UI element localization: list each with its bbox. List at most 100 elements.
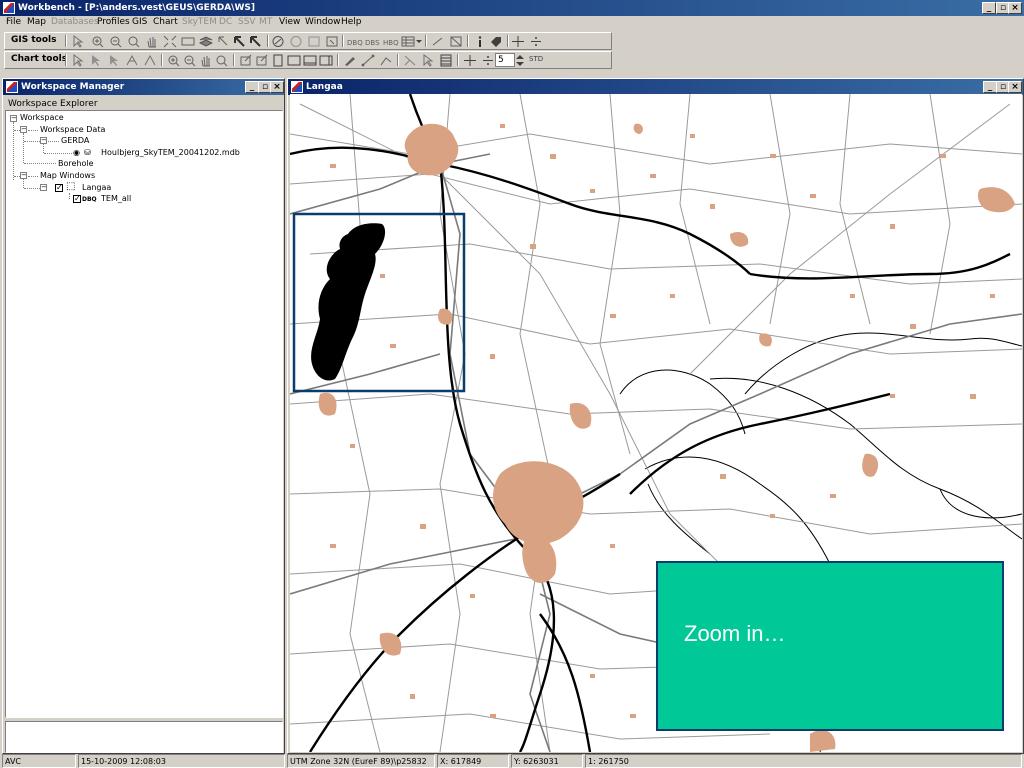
- tree-node-mdb-file[interactable]: Houlbjerg_SkyTEM_20041202.mdb: [101, 148, 240, 158]
- chart-copy-icon[interactable]: [255, 54, 269, 67]
- collapse-icon[interactable]: −: [40, 137, 47, 144]
- town-north-mid: [730, 232, 749, 247]
- minimize-icon[interactable]: _: [245, 81, 259, 93]
- query-icon[interactable]: [307, 35, 321, 48]
- menu-skytem[interactable]: SkyTEM: [182, 17, 217, 27]
- collapse-icon[interactable]: −: [10, 115, 17, 122]
- tree-node-langaa[interactable]: Langaa: [82, 183, 111, 193]
- close-icon[interactable]: ×: [1008, 2, 1022, 14]
- chart-select-minus-icon[interactable]: [107, 54, 121, 67]
- menu-databases[interactable]: Databases: [51, 17, 99, 27]
- chart-frame-wide-icon[interactable]: [287, 54, 301, 67]
- full-extent-icon[interactable]: [163, 35, 177, 48]
- info-icon[interactable]: [473, 35, 487, 48]
- chart-frame-bottom-icon[interactable]: [303, 54, 317, 67]
- workspace-tree[interactable]: − Workspace − Workspace Data − GERDA ◉ ⛁…: [5, 110, 283, 718]
- menu-window[interactable]: Window: [305, 17, 341, 27]
- zoom-next-icon[interactable]: [249, 35, 263, 48]
- tem-all-checkbox[interactable]: ✓: [73, 195, 81, 203]
- divide-icon[interactable]: [529, 35, 543, 48]
- split-icon[interactable]: [403, 54, 417, 67]
- menu-ssv[interactable]: SSV: [238, 17, 256, 27]
- tree-node-gerda[interactable]: GERDA: [61, 136, 89, 146]
- chevron-down-icon[interactable]: [415, 35, 423, 48]
- tree-node-workspace-data[interactable]: Workspace Data: [40, 125, 105, 135]
- collapse-icon[interactable]: −: [40, 184, 47, 191]
- chart-frame-side-icon[interactable]: [319, 54, 333, 67]
- pointer-icon[interactable]: [421, 54, 435, 67]
- table-icon[interactable]: [401, 35, 415, 48]
- tree-node-map-windows[interactable]: Map Windows: [40, 171, 95, 181]
- menu-help[interactable]: Help: [341, 17, 362, 27]
- pan-hand-icon[interactable]: [145, 35, 159, 48]
- zoom-extent-icon[interactable]: [127, 35, 141, 48]
- minimize-icon[interactable]: _: [983, 81, 997, 93]
- chart-pan-icon[interactable]: [199, 54, 213, 67]
- zoom-box-icon[interactable]: [181, 35, 195, 48]
- app-title: Workbench - [P:\anders.vest\GEUS\GERDA\W…: [18, 3, 255, 13]
- tree-line: [69, 193, 70, 199]
- chart-zoom-in-icon[interactable]: [167, 54, 181, 67]
- minimize-icon[interactable]: _: [982, 2, 996, 14]
- menu-dc[interactable]: DC: [219, 17, 232, 27]
- chart-frame-icon[interactable]: [271, 54, 285, 67]
- grid-icon[interactable]: [439, 54, 453, 67]
- collapse-icon[interactable]: −: [20, 172, 27, 179]
- zoom-in-icon[interactable]: [91, 35, 105, 48]
- divide-icon[interactable]: [481, 54, 495, 67]
- zoom-previous-icon[interactable]: [233, 35, 247, 48]
- hbq-icon[interactable]: HBQ: [383, 35, 399, 48]
- menu-gis[interactable]: GIS: [132, 17, 147, 27]
- chart-zoom-extent-icon[interactable]: [215, 54, 229, 67]
- collapse-icon[interactable]: −: [20, 126, 27, 133]
- app-title-bar[interactable]: Workbench - [P:\anders.vest\GEUS\GERDA\W…: [0, 0, 1024, 16]
- menu-view[interactable]: View: [279, 17, 300, 27]
- chart-export-icon[interactable]: [239, 54, 253, 67]
- select-arrow-icon[interactable]: [71, 35, 85, 48]
- layers-icon[interactable]: [199, 35, 213, 48]
- tag-icon[interactable]: [489, 35, 503, 48]
- workspace-manager-title: Workspace Manager: [21, 82, 125, 92]
- chart-nodes-icon[interactable]: [125, 54, 139, 67]
- svg-text:DBQ: DBQ: [347, 39, 363, 47]
- map-window-title-bar[interactable]: Langaa _ ▫ ×: [288, 79, 1023, 95]
- node-edit-icon[interactable]: [379, 54, 393, 67]
- menu-mt[interactable]: MT: [259, 17, 272, 27]
- menu-file[interactable]: File: [6, 17, 21, 27]
- spin-arrows-icon[interactable]: [515, 54, 525, 67]
- radio-selected-icon[interactable]: ◉: [73, 148, 80, 158]
- chart-zoom-out-icon[interactable]: [183, 54, 197, 67]
- edit-box-icon[interactable]: [449, 35, 463, 48]
- town-small: [810, 729, 836, 752]
- tree-node-workspace[interactable]: Workspace: [20, 113, 64, 123]
- identify-icon[interactable]: [325, 35, 339, 48]
- crosshair-icon[interactable]: [511, 35, 525, 48]
- line-tool-icon[interactable]: [361, 54, 375, 67]
- refresh-icon[interactable]: [271, 35, 285, 48]
- chart-select-plus-icon[interactable]: [89, 54, 103, 67]
- chart-select-icon[interactable]: [71, 54, 85, 67]
- edit-line-icon[interactable]: [431, 35, 445, 48]
- tree-node-tem-all[interactable]: TEM_all: [101, 194, 131, 204]
- close-icon[interactable]: ×: [270, 81, 284, 93]
- menu-profiles[interactable]: Profiles: [97, 17, 130, 27]
- pen-icon[interactable]: [343, 54, 357, 67]
- langaa-checkbox[interactable]: ✓: [55, 184, 63, 192]
- tree-line: [24, 188, 40, 189]
- menu-chart[interactable]: Chart: [153, 17, 178, 27]
- menu-map[interactable]: Map: [27, 17, 46, 27]
- workspace-manager-title-bar[interactable]: Workspace Manager _ ▫ ×: [3, 79, 284, 95]
- measure-icon[interactable]: [289, 35, 303, 48]
- dbq-icon[interactable]: DBQ: [347, 35, 363, 48]
- workspace-icon: [6, 81, 18, 93]
- std-value-input[interactable]: 5: [495, 53, 515, 67]
- zoom-out-icon[interactable]: [109, 35, 123, 48]
- dbs-icon[interactable]: DBS: [365, 35, 381, 48]
- add-icon[interactable]: [463, 54, 477, 67]
- previous-extent-icon[interactable]: [217, 35, 231, 48]
- tree-line: [44, 153, 72, 154]
- tree-node-borehole[interactable]: Borehole: [58, 159, 94, 169]
- chart-digitize-icon[interactable]: [143, 54, 157, 67]
- tree-line: [43, 144, 44, 153]
- close-icon[interactable]: ×: [1008, 81, 1022, 93]
